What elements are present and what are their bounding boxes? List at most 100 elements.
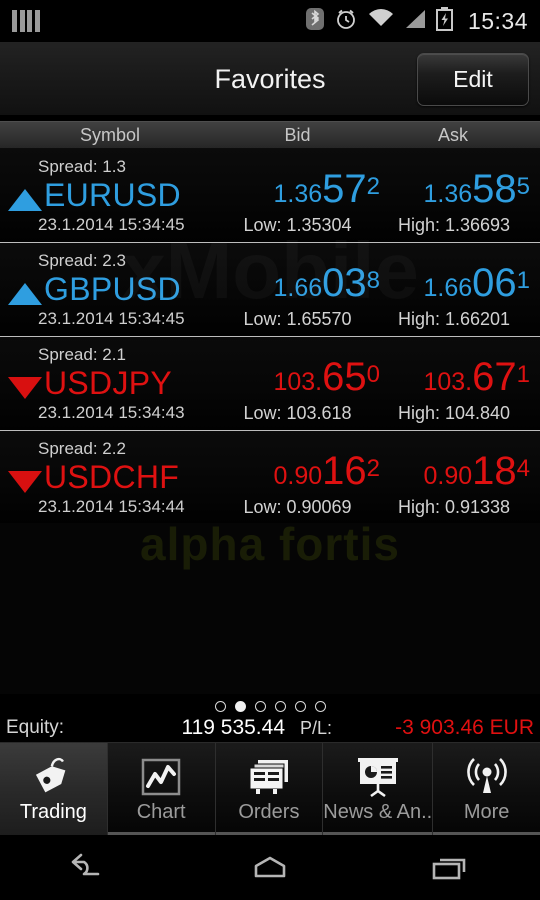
bid-price-prefix: 1.66 — [273, 274, 323, 302]
ask-price-pipette: 4 — [516, 454, 530, 482]
account-summary-bar: Equity: 119 535.44 P/L: -3 903.46 EUR — [0, 716, 540, 742]
direction-down-icon — [8, 377, 42, 399]
ask-price: 1.66061 — [378, 261, 530, 306]
symbol-name: EURUSD — [44, 177, 181, 213]
stacked-cards-icon — [244, 755, 294, 799]
wifi-icon — [368, 8, 394, 35]
presentation-icon — [354, 755, 402, 799]
page-dot[interactable] — [254, 700, 266, 712]
broker-watermark: alpha fortis — [140, 523, 400, 570]
bid-price-prefix: 103. — [273, 368, 323, 396]
bid-price-prefix: 0.90 — [273, 462, 323, 490]
price-tag-icon — [29, 755, 77, 799]
ask-price-pipette: 5 — [516, 172, 530, 200]
tab-trading[interactable]: Trading — [0, 743, 108, 835]
ask-price-prefix: 0.90 — [423, 462, 473, 490]
page-dot[interactable] — [314, 700, 326, 712]
status-clock: 15:34 — [467, 7, 528, 34]
app-title-bar: Favorites Edit — [0, 42, 540, 116]
bluetooth-icon — [305, 7, 324, 36]
day-low: Low: 103.618 — [243, 403, 352, 423]
android-status-bar: 15:34 — [0, 0, 540, 42]
ask-price-main: 58 — [472, 167, 517, 211]
quote-row[interactable]: Spread: 2.3 GBPUSD 23.1.2014 15:34:45 1.660… — [0, 243, 540, 337]
empty-list-area: alpha fortis — [0, 523, 540, 694]
bid-price: 103.650 — [215, 355, 380, 400]
spread-label: Spread: 1.3 — [38, 157, 126, 176]
page-dot[interactable] — [234, 700, 246, 712]
ask-price: 103.671 — [378, 355, 530, 400]
day-low: Low: 0.90069 — [243, 497, 352, 517]
line-chart-icon — [138, 755, 184, 799]
tab-chart[interactable]: Chart — [107, 743, 216, 835]
ask-price-main: 67 — [472, 355, 517, 399]
ask-price: 1.36585 — [378, 167, 530, 212]
bid-price: 1.66038 — [215, 261, 380, 306]
bid-price-main: 16 — [322, 449, 367, 493]
tab-news-an[interactable]: News & An.. — [323, 743, 434, 835]
day-high: High: 1.36693 — [397, 215, 511, 235]
ask-price-pipette: 1 — [516, 266, 530, 294]
home-icon[interactable] — [210, 843, 330, 893]
recents-icon[interactable] — [390, 843, 510, 893]
signal-bars-icon — [12, 10, 40, 32]
day-low: Low: 1.35304 — [243, 215, 352, 235]
ask-price-prefix: 1.66 — [423, 274, 473, 302]
bid-price-prefix: 1.36 — [273, 180, 323, 208]
column-header-ask: Ask — [437, 125, 468, 145]
favorites-quote-list: Spread: 1.3 EURUSD 23.1.2014 15:34:45 1.365… — [0, 149, 540, 525]
quote-row[interactable]: Spread: 2.2 USDCHF 23.1.2014 15:34:44 0.901… — [0, 431, 540, 525]
column-header-symbol: Symbol — [79, 125, 141, 145]
alarm-icon — [334, 7, 358, 36]
ask-price-prefix: 103. — [423, 368, 473, 396]
page-dot[interactable] — [274, 700, 286, 712]
column-header-bar: Symbol Bid Ask — [0, 121, 540, 149]
page-dot[interactable] — [294, 700, 306, 712]
direction-down-icon — [8, 471, 42, 493]
symbol-name: GBPUSD — [44, 271, 181, 307]
ask-price-prefix: 1.36 — [423, 180, 473, 208]
bid-price-main: 65 — [322, 355, 367, 399]
bid-price-main: 57 — [322, 167, 367, 211]
edit-button[interactable]: Edit — [417, 53, 529, 106]
ask-price: 0.90184 — [378, 449, 530, 494]
symbol-name: USDJPY — [44, 365, 173, 401]
bid-price-main: 03 — [322, 261, 367, 305]
phone-screen: 15:34 Favorites Edit Symbol Bid Ask Spre… — [0, 0, 540, 900]
equity-label: Equity: — [6, 717, 65, 738]
quote-timestamp: 23.1.2014 15:34:45 — [38, 309, 185, 328]
android-nav-bar — [0, 835, 540, 900]
status-left-icons — [12, 10, 40, 32]
day-low: Low: 1.65570 — [243, 309, 352, 329]
quote-timestamp: 23.1.2014 15:34:43 — [38, 403, 185, 422]
day-high: High: 1.66201 — [397, 309, 511, 329]
ask-price-main: 06 — [472, 261, 517, 305]
tab-label: Orders — [238, 801, 300, 823]
equity-value: 119 535.44 — [181, 716, 285, 739]
tab-label: News & An.. — [323, 801, 433, 823]
bid-price: 0.90162 — [215, 449, 380, 494]
quote-row[interactable]: Spread: 1.3 EURUSD 23.1.2014 15:34:45 1.365… — [0, 149, 540, 243]
quote-timestamp: 23.1.2014 15:34:44 — [38, 497, 185, 516]
direction-up-icon — [8, 189, 42, 211]
tab-label: Chart — [136, 801, 186, 823]
back-icon[interactable] — [30, 843, 150, 893]
quote-timestamp: 23.1.2014 15:34:45 — [38, 215, 185, 234]
cell-signal-icon — [404, 8, 426, 35]
ask-price-main: 18 — [472, 449, 517, 493]
pl-value: -3 903.46 EUR — [395, 716, 534, 739]
bid-price: 1.36572 — [215, 167, 380, 212]
symbol-name: USDCHF — [44, 459, 180, 495]
page-dot[interactable] — [214, 700, 226, 712]
tab-label: Trading — [19, 801, 87, 823]
tab-orders[interactable]: Orders — [215, 743, 324, 835]
column-header-bid: Bid — [284, 125, 311, 145]
direction-up-icon — [8, 283, 42, 305]
tab-more[interactable]: More — [433, 743, 540, 835]
ask-price-pipette: 1 — [516, 360, 530, 388]
spread-label: Spread: 2.2 — [38, 439, 126, 458]
battery-charging-icon — [435, 6, 453, 36]
broadcast-icon — [461, 755, 513, 799]
page-indicator[interactable] — [0, 696, 540, 716]
quote-row[interactable]: Spread: 2.1 USDJPY 23.1.2014 15:34:43 103.6… — [0, 337, 540, 431]
